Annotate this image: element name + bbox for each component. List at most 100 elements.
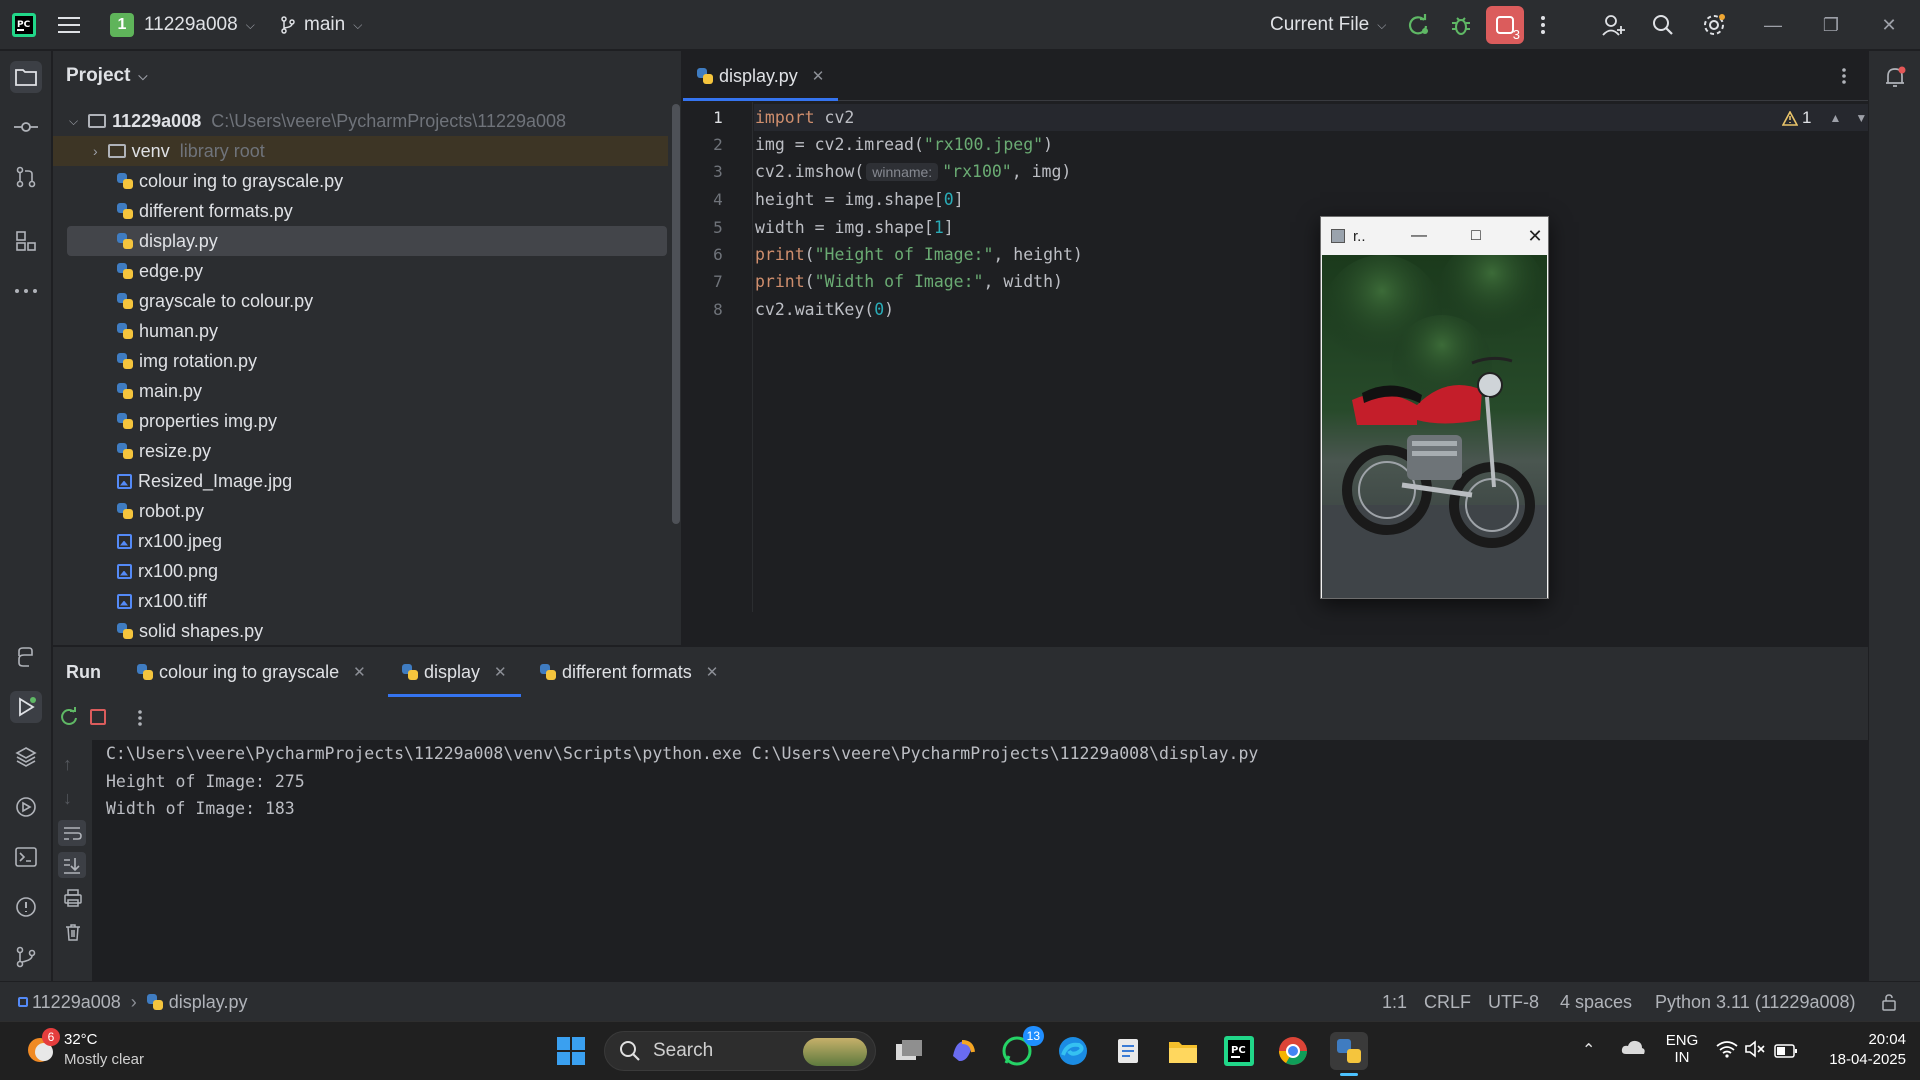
editor-more-icon[interactable] xyxy=(1841,67,1847,90)
commit-icon[interactable] xyxy=(10,111,42,143)
structure-icon[interactable] xyxy=(10,225,42,257)
run-tab-active[interactable]: display ✕ xyxy=(388,647,521,697)
restore-window-button[interactable]: ❐ xyxy=(1806,0,1856,50)
breadcrumb[interactable]: 11229a008 › display.py xyxy=(18,982,247,1022)
main-menu-icon[interactable] xyxy=(58,0,80,50)
weather-icon[interactable]: 6 xyxy=(22,1028,60,1068)
chrome-icon[interactable] xyxy=(1274,1032,1312,1070)
run-tab[interactable]: different formats ✕ xyxy=(540,647,718,697)
stop-icon[interactable] xyxy=(90,709,106,725)
soft-wrap-icon[interactable] xyxy=(58,820,86,846)
tree-item-file[interactable]: solid shapes.py xyxy=(53,616,668,645)
tree-item-file[interactable]: robot.py xyxy=(53,496,668,526)
file-explorer-icon[interactable] xyxy=(1164,1032,1202,1070)
minimize-window-button[interactable]: — xyxy=(1748,0,1798,50)
tree-item-file[interactable]: different formats.py xyxy=(53,196,668,226)
file-encoding[interactable]: UTF-8 xyxy=(1488,982,1539,1022)
indent-setting[interactable]: 4 spaces xyxy=(1560,982,1632,1022)
maximize-icon[interactable]: □ xyxy=(1456,217,1496,255)
tree-item-file[interactable]: properties img.py xyxy=(53,406,668,436)
arrow-down-icon[interactable]: ↓ xyxy=(63,788,72,809)
tree-root[interactable]: ⌵ 11229a008 C:\Users\veere\PycharmProjec… xyxy=(53,106,668,136)
line-separator[interactable]: CRLF xyxy=(1424,982,1471,1022)
wifi-icon[interactable] xyxy=(1716,1040,1738,1063)
tree-item-file[interactable]: rx100.png xyxy=(53,556,668,586)
stop-button[interactable]: 3 xyxy=(1486,6,1524,44)
task-view-icon[interactable] xyxy=(890,1032,928,1070)
project-switcher[interactable]: 1 11229a008 ⌵ xyxy=(110,0,255,50)
code-line[interactable]: height = img.shape[0] xyxy=(755,186,964,213)
image-preview-window[interactable]: r.. — □ ✕ xyxy=(1320,216,1549,599)
tree-item-file[interactable]: img rotation.py xyxy=(53,346,668,376)
volume-muted-icon[interactable] xyxy=(1744,1040,1766,1063)
run-config-selector[interactable]: Current File ⌵ xyxy=(1270,0,1386,50)
tree-item-file[interactable]: colour ing to grayscale.py xyxy=(53,166,668,196)
project-scrollbar[interactable] xyxy=(672,104,680,524)
more-tools-icon[interactable] xyxy=(10,275,42,307)
code-line[interactable]: img = cv2.imread("rx100.jpeg") xyxy=(755,131,1053,158)
taskbar-search[interactable]: Search xyxy=(604,1031,876,1071)
close-tab-icon[interactable]: ✕ xyxy=(494,663,507,681)
tree-item-venv[interactable]: › venv library root xyxy=(53,136,668,166)
close-tab-icon[interactable]: ✕ xyxy=(706,663,719,681)
pycharm-logo-icon[interactable]: PC xyxy=(12,0,36,50)
chevron-down-icon[interactable]: ▼ xyxy=(1855,111,1867,125)
branch-switcher[interactable]: main ⌵ xyxy=(280,0,362,50)
search-icon[interactable] xyxy=(1652,0,1674,50)
close-window-button[interactable]: ✕ xyxy=(1864,0,1914,50)
terminal-icon[interactable] xyxy=(10,841,42,873)
rerun-icon[interactable] xyxy=(1407,0,1429,50)
minimize-icon[interactable]: — xyxy=(1399,217,1439,255)
edge-browser-icon[interactable] xyxy=(1054,1032,1092,1070)
add-user-icon[interactable] xyxy=(1602,0,1626,50)
tree-item-file[interactable]: grayscale to colour.py xyxy=(53,286,668,316)
print-icon[interactable] xyxy=(63,888,83,913)
tree-item-file[interactable]: human.py xyxy=(53,316,668,346)
code-line[interactable]: import cv2 xyxy=(755,104,854,131)
more-actions-icon[interactable] xyxy=(137,709,143,732)
close-icon[interactable]: ✕ xyxy=(1515,217,1555,255)
code-line[interactable]: print("Height of Image:", height) xyxy=(755,241,1083,268)
pycharm-taskbar-icon[interactable]: PC xyxy=(1220,1032,1258,1070)
project-panel-header[interactable]: Project ⌵ xyxy=(66,51,148,101)
console-output[interactable] xyxy=(92,740,1868,981)
copilot-icon[interactable] xyxy=(944,1032,982,1070)
run-tool-icon[interactable] xyxy=(10,691,42,723)
problems-icon[interactable] xyxy=(10,891,42,923)
close-tab-icon[interactable]: ✕ xyxy=(353,663,366,681)
battery-icon[interactable] xyxy=(1774,1042,1798,1063)
python-app-icon[interactable] xyxy=(1330,1032,1368,1076)
chevron-up-icon[interactable]: ▲ xyxy=(1829,111,1841,125)
git-icon[interactable] xyxy=(10,941,42,973)
tree-item-file[interactable]: main.py xyxy=(53,376,668,406)
chevron-up-icon[interactable]: ⌃ xyxy=(1582,1040,1595,1060)
more-actions-icon[interactable] xyxy=(1540,0,1546,50)
code-line[interactable]: print("Width of Image:", width) xyxy=(755,268,1063,295)
tree-item-file[interactable]: rx100.jpeg xyxy=(53,526,668,556)
code-line[interactable]: cv2.waitKey(0) xyxy=(755,296,894,323)
close-tab-icon[interactable]: ✕ xyxy=(812,67,825,85)
tree-item-file[interactable]: edge.py xyxy=(53,256,668,286)
caret-position[interactable]: 1:1 xyxy=(1382,982,1407,1022)
notifications-bell-icon[interactable] xyxy=(1879,61,1911,93)
project-tool-folder-icon[interactable] xyxy=(10,61,42,93)
python-console-icon[interactable] xyxy=(10,641,42,673)
services-icon[interactable] xyxy=(10,791,42,823)
scroll-to-end-icon[interactable] xyxy=(58,852,86,878)
pull-requests-icon[interactable] xyxy=(10,161,42,193)
python-interpreter[interactable]: Python 3.11 (11229a008) xyxy=(1655,982,1856,1022)
arrow-up-icon[interactable]: ↑ xyxy=(63,754,72,775)
warnings-indicator[interactable]: 1 ▲ ▼ xyxy=(1782,106,1867,130)
settings-gear-icon[interactable] xyxy=(1702,0,1726,50)
python-packages-icon[interactable] xyxy=(10,741,42,773)
run-tab[interactable]: colour ing to grayscale ✕ xyxy=(137,647,366,697)
tab-display-py[interactable]: display.py ✕ xyxy=(683,51,839,101)
lock-icon[interactable] xyxy=(1880,982,1898,1022)
onedrive-cloud-icon[interactable] xyxy=(1620,1038,1646,1061)
notepad-icon[interactable] xyxy=(1110,1032,1148,1070)
image-window-titlebar[interactable]: r.. — □ ✕ xyxy=(1321,217,1548,255)
trash-icon[interactable] xyxy=(63,922,83,947)
tree-item-file-selected[interactable]: display.py xyxy=(67,226,667,256)
whatsapp-icon[interactable]: 13 xyxy=(998,1026,1044,1070)
rerun-icon[interactable] xyxy=(59,707,79,732)
